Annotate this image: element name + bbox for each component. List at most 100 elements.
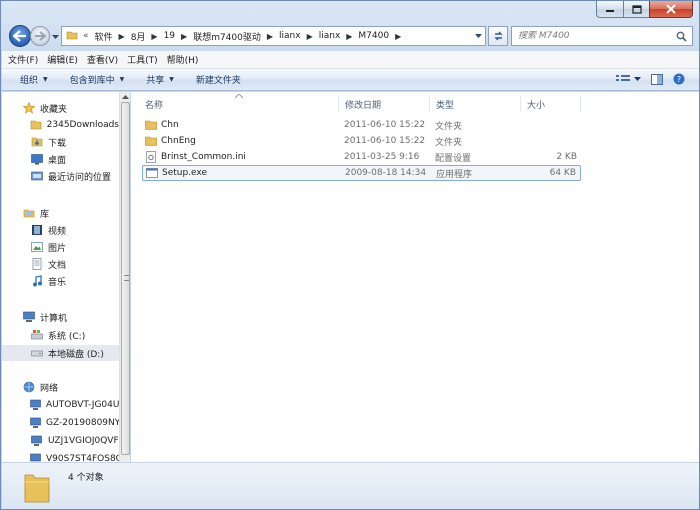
chevron-down-icon: ▼ [43,76,48,83]
downloads-icon [30,135,44,149]
nav-downloads[interactable]: 下载 [2,134,119,150]
file-row-brinst-common-ini[interactable]: Brinst_Common.ini 2011-03-25 9:16 配置设置 2… [142,149,581,165]
minimize-button[interactable] [596,1,623,18]
change-view-button[interactable] [616,74,641,84]
nav-libraries[interactable]: 库 [2,205,119,221]
file-date: 2011-03-25 9:16 [344,152,420,162]
address-history-dropdown[interactable] [473,30,483,42]
nav-network-computer[interactable]: GZ-20190809NY [2,415,119,431]
nav-music[interactable]: 音乐 [2,273,119,289]
nav-desktop[interactable]: 桌面 [2,151,119,167]
scrollbar-thumb[interactable] [121,102,130,455]
file-date: 2011-06-10 15:22 [344,136,426,146]
breadcrumb-label: 软件 [94,32,113,43]
column-size-label: 大小 [527,100,546,111]
navigation-scrollbar[interactable] [119,92,130,462]
nav-item-label: 文档 [48,260,67,271]
search-box[interactable] [511,26,693,46]
nav-favorites[interactable]: 收藏夹 [2,100,119,116]
search-icon[interactable] [676,31,687,45]
nav-network-computer[interactable]: V90S7ST4FOS8C [2,451,119,462]
column-header-size[interactable]: 大小 [521,96,581,112]
file-name-cell: Brinst_Common.ini [145,151,246,163]
nav-item-label: V90S7ST4FOS8C [46,454,119,462]
breadcrumb-item[interactable]: 联想m7400驱动 ▶ [193,30,279,43]
menu-tools[interactable]: 工具(T) [127,53,158,66]
breadcrumb-separator-icon[interactable]: ▶ [151,32,157,41]
file-row-chneng[interactable]: ChnEng 2011-06-10 15:22 文件夹 [142,133,581,149]
organize-button[interactable]: 组织 ▼ [20,73,48,86]
network-computer-icon [30,416,42,430]
nav-item-label: 桌面 [48,155,67,166]
maximize-button[interactable] [623,1,649,18]
folder-icon [30,118,43,132]
column-header-type[interactable]: 类型 [430,96,521,112]
breadcrumb-separator-icon[interactable]: ▶ [395,32,401,41]
menu-edit[interactable]: 编辑(E) [47,53,78,66]
exe-file-icon [146,167,158,179]
file-row-chn[interactable]: Chn 2011-06-10 15:22 文件夹 [142,117,581,133]
share-button[interactable]: 共享 ▼ [146,73,174,86]
breadcrumb-item[interactable]: lianx ▶ [279,31,319,41]
nav-network[interactable]: 网络 [2,379,119,395]
nav-drive-d[interactable]: 本地磁盘 (D:) [2,345,119,361]
breadcrumb-item[interactable]: M7400 ▶ [358,31,407,41]
search-input[interactable] [518,31,668,41]
nav-libraries-label: 库 [40,209,50,220]
network-computer-icon [30,398,42,412]
file-name: Brinst_Common.ini [161,152,246,162]
nav-item-label: 图片 [48,243,67,254]
recent-pages-dropdown[interactable] [52,33,59,43]
folder-icon [145,135,157,147]
organize-label: 组织 [20,76,39,86]
nav-item-label: UZJ1VGIOJ0QVF [48,436,119,446]
breadcrumb-item[interactable]: 软件 ▶ [95,30,131,43]
menu-file[interactable]: 文件(F) [8,53,38,66]
breadcrumb-separator-icon[interactable]: ▶ [307,32,313,41]
nav-2345downloads[interactable]: 2345Downloads [2,117,119,133]
menu-help[interactable]: 帮助(H) [167,53,199,66]
nav-recent-places[interactable]: 最近访问的位置 [2,168,119,184]
breadcrumb-item[interactable]: lianx ▶ [319,31,359,41]
forward-button[interactable] [30,26,50,46]
file-row-setup-exe[interactable]: Setup.exe 2009-08-18 14:34 应用程序 64 KB [142,165,581,181]
new-folder-button[interactable]: 新建文件夹 [196,73,241,86]
column-header-date[interactable]: 修改日期 [339,96,430,112]
pictures-icon [30,240,44,254]
breadcrumb-item[interactable]: 8月 ▶ [131,30,164,43]
chevron-down-icon [52,35,59,39]
close-button[interactable] [649,1,693,18]
breadcrumb-item[interactable]: 19 ▶ [164,31,194,41]
refresh-button[interactable] [488,26,508,46]
network-computer-icon [30,434,44,448]
file-name-cell: ChnEng [145,135,196,147]
ini-file-icon [145,151,157,163]
menu-view[interactable]: 查看(V) [87,53,118,66]
chevron-down-icon: ▼ [169,76,174,83]
nav-item-label: 下载 [48,138,67,149]
preview-pane-button[interactable] [651,73,663,85]
nav-computer[interactable]: 计算机 [2,309,119,325]
maximize-icon [631,4,642,14]
chevron-down-icon [474,33,482,38]
help-icon: ? [673,73,685,85]
breadcrumb-separator-icon[interactable]: ▶ [346,32,352,41]
nav-documents[interactable]: 文档 [2,256,119,272]
include-in-library-button[interactable]: 包含到库中 ▼ [70,73,125,86]
address-bar[interactable]: « 软件 ▶ 8月 ▶ 19 ▶ 联想m7400驱动 ▶ lianx ▶ lianx ▶ M… [61,26,486,46]
nav-computer-label: 计算机 [40,313,68,324]
nav-network-computer[interactable]: UZJ1VGIOJ0QVF [2,433,119,449]
breadcrumb-overflow[interactable]: « [83,31,89,41]
nav-network-computer[interactable]: AUTOBVT-JG04U [2,397,119,413]
breadcrumb-separator-icon[interactable]: ▶ [267,32,273,41]
nav-videos[interactable]: 视频 [2,222,119,238]
breadcrumb-label: lianx [279,31,301,41]
nav-drive-c[interactable]: 系统 (C:) [2,327,119,343]
breadcrumb-separator-icon[interactable]: ▶ [181,32,187,41]
file-date: 2011-06-10 15:22 [344,120,426,130]
breadcrumb-separator-icon[interactable]: ▶ [119,32,125,41]
help-button[interactable]: ? [673,73,685,85]
file-list: 名称 修改日期 类型 大小 Chn 2011-06-10 15:22 文件夹 C… [131,92,699,462]
nav-pictures[interactable]: 图片 [2,239,119,255]
back-button[interactable] [9,25,31,47]
